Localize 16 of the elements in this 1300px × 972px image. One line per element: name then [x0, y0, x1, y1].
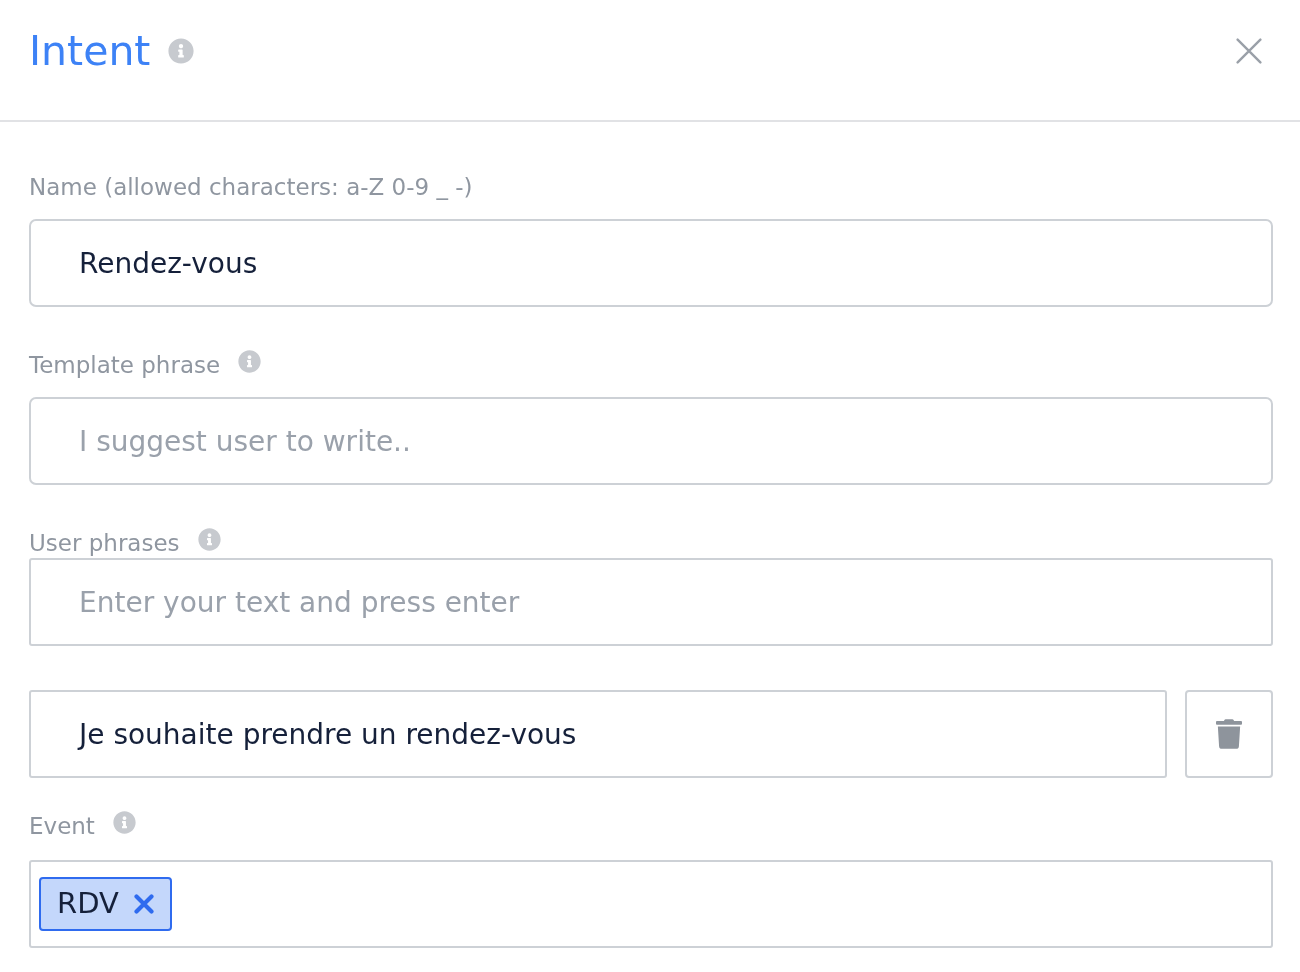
- close-icon: [1236, 38, 1262, 64]
- field-label: Event: [29, 812, 95, 841]
- text-input[interactable]: I suggest user to write..: [29, 397, 1273, 485]
- trash-icon: [1216, 719, 1242, 749]
- close-button[interactable]: [1236, 38, 1262, 64]
- dialog-title: Intent: [29, 26, 151, 76]
- tag-input[interactable]: RDV: [29, 860, 1273, 948]
- remove-icon[interactable]: [133, 894, 154, 914]
- field-label: User phrases: [29, 529, 180, 558]
- tag-label: RDV: [57, 885, 119, 923]
- phrase-field[interactable]: Je souhaite prendre un rendez-vous: [29, 690, 1167, 778]
- phrase-input[interactable]: Enter your text and press enter: [29, 558, 1273, 646]
- text-input[interactable]: Rendez-vous: [29, 219, 1273, 307]
- field-label: Name (allowed characters: a-Z 0-9 _ -): [29, 173, 473, 202]
- field-label: Template phrase: [29, 351, 221, 380]
- delete-button[interactable]: [1185, 690, 1273, 778]
